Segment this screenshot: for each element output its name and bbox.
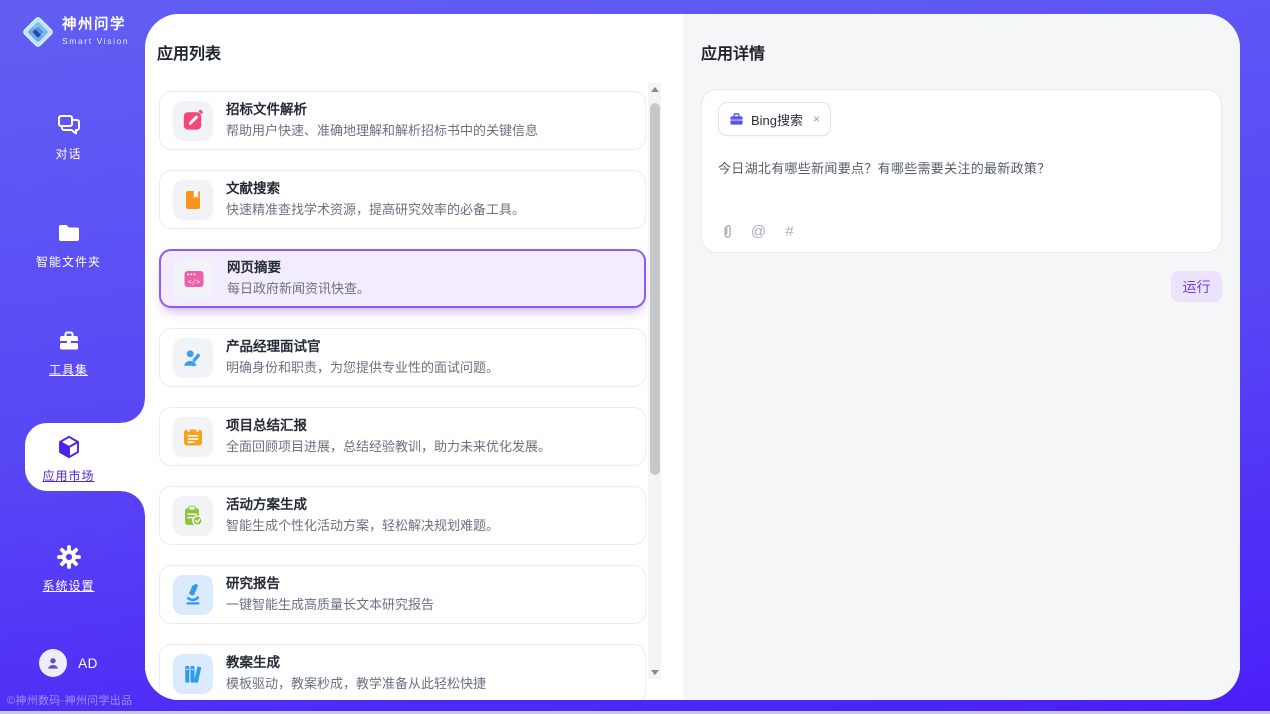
app-detail-panel: 应用详情 Bing搜索 × 今日湖北有哪些新闻要点？有哪些需要关注的最新政策？	[683, 14, 1240, 700]
mention-icon[interactable]: @	[750, 223, 767, 240]
remove-tool-icon[interactable]: ×	[813, 112, 820, 126]
clipboard-check-icon	[173, 496, 213, 536]
app-card-description: 每日政府新闻资讯快查。	[227, 282, 370, 296]
query-text[interactable]: 今日湖北有哪些新闻要点？有哪些需要关注的最新政策？	[718, 158, 1205, 177]
app-card-title: 网页摘要	[227, 261, 370, 276]
gear-icon	[56, 544, 82, 570]
brand-subtitle: Smart Vision	[62, 36, 129, 46]
sidebar-item-label: 应用市场	[42, 469, 94, 483]
app-card-description: 模板驱动，教案秒成，教学准备从此轻松快捷	[226, 677, 486, 691]
app-list-panel: 应用列表 招标文件解析帮助用户快速、准确地理解和解析招标书中的关键信息文献搜索快…	[145, 14, 683, 700]
sidebar-item-label: 工具集	[49, 363, 88, 377]
sidebar-item-label: 对话	[55, 147, 81, 161]
briefcase-icon	[729, 112, 744, 127]
user-profile[interactable]: AD	[0, 649, 137, 677]
app-card-list: 招标文件解析帮助用户快速、准确地理解和解析招标书中的关键信息文献搜索快速精准查找…	[159, 91, 646, 700]
user-name: AD	[78, 656, 98, 671]
calendar-note-icon	[173, 417, 213, 457]
folder-icon	[56, 220, 82, 246]
books-icon	[173, 654, 213, 694]
book-icon	[173, 180, 213, 220]
cube-icon	[56, 434, 82, 460]
scrollbar-down-arrow[interactable]	[648, 666, 661, 679]
app-card-5[interactable]: 项目总结汇报全面回顾项目进展，总结经验教训，助力未来优化发展。	[159, 407, 646, 466]
brand-logo-icon	[20, 14, 56, 50]
tool-tag[interactable]: Bing搜索 ×	[718, 102, 831, 136]
sidebar-item-label: 系统设置	[42, 579, 94, 593]
attachment-icon[interactable]	[719, 223, 736, 240]
app-detail-title: 应用详情	[701, 40, 1222, 64]
chat-icon	[56, 112, 82, 138]
microscope-icon	[173, 575, 213, 615]
svg-text:</>: </>	[188, 277, 201, 285]
brand-name: 神州问学	[62, 18, 129, 34]
app-list-title: 应用列表	[157, 40, 683, 64]
scrollbar-up-arrow[interactable]	[648, 83, 661, 96]
edit-document-icon	[173, 101, 213, 141]
app-card-8[interactable]: 教案生成模板驱动，教案秒成，教学准备从此轻松快捷	[159, 644, 646, 700]
toolbox-icon	[56, 328, 82, 354]
app-card-description: 明确身份和职责，为您提供专业性的面试问题。	[226, 361, 499, 375]
app-window: 神州问学 Smart Vision 对话智能文件夹工具集应用市场系统设置 AD …	[0, 0, 1270, 714]
app-card-4[interactable]: 产品经理面试官明确身份和职责，为您提供专业性的面试问题。	[159, 328, 646, 387]
app-card-7[interactable]: 研究报告一键智能生成高质量长文本研究报告	[159, 565, 646, 624]
scrollbar[interactable]	[648, 83, 661, 679]
sidebar-item-chat[interactable]: 对话	[0, 112, 137, 163]
app-card-description: 智能生成个性化活动方案，轻松解决规划难题。	[226, 519, 499, 533]
web-code-icon: </>	[174, 259, 214, 299]
brand-logo: 神州问学 Smart Vision	[20, 14, 129, 50]
scrollbar-thumb[interactable]	[650, 103, 660, 475]
interviewer-icon	[173, 338, 213, 378]
app-card-title: 项目总结汇报	[226, 419, 551, 434]
app-card-title: 教案生成	[226, 656, 486, 671]
main-content: 应用列表 招标文件解析帮助用户快速、准确地理解和解析招标书中的关键信息文献搜索快…	[145, 14, 1240, 700]
app-card-title: 招标文件解析	[226, 103, 538, 118]
run-button[interactable]: 运行	[1171, 271, 1222, 302]
attachment-toolbar: @ #	[719, 223, 798, 240]
sidebar-item-toolset[interactable]: 工具集	[0, 328, 137, 379]
app-card-6[interactable]: 活动方案生成智能生成个性化活动方案，轻松解决规划难题。	[159, 486, 646, 545]
tool-tag-label: Bing搜索	[751, 110, 803, 129]
app-card-description: 快速精准查找学术资源，提高研究效率的必备工具。	[226, 203, 525, 217]
sidebar: 神州问学 Smart Vision 对话智能文件夹工具集应用市场系统设置 AD …	[0, 0, 145, 714]
app-card-title: 活动方案生成	[226, 498, 499, 513]
app-card-title: 文献搜索	[226, 182, 525, 197]
sidebar-item-settings[interactable]: 系统设置	[0, 544, 137, 595]
app-card-title: 研究报告	[226, 577, 434, 592]
app-card-2[interactable]: 文献搜索快速精准查找学术资源，提高研究效率的必备工具。	[159, 170, 646, 229]
app-card-description: 全面回顾项目进展，总结经验教训，助力未来优化发展。	[226, 440, 551, 454]
prompt-card[interactable]: Bing搜索 × 今日湖北有哪些新闻要点？有哪些需要关注的最新政策？ @ #	[701, 89, 1222, 253]
avatar	[39, 649, 67, 677]
sidebar-item-label: 智能文件夹	[36, 255, 101, 269]
app-card-1[interactable]: 招标文件解析帮助用户快速、准确地理解和解析招标书中的关键信息	[159, 91, 646, 150]
sidebar-item-smart-folder[interactable]: 智能文件夹	[0, 220, 137, 271]
app-card-description: 帮助用户快速、准确地理解和解析招标书中的关键信息	[226, 124, 538, 138]
app-card-description: 一键智能生成高质量长文本研究报告	[226, 598, 434, 612]
app-card-3[interactable]: </> 网页摘要每日政府新闻资讯快查。	[159, 249, 646, 308]
app-card-title: 产品经理面试官	[226, 340, 499, 355]
copyright-note: ©神州数码·神州问学出品	[7, 692, 132, 708]
hashtag-icon[interactable]: #	[781, 223, 798, 240]
sidebar-item-app-market[interactable]: 应用市场	[0, 434, 137, 485]
